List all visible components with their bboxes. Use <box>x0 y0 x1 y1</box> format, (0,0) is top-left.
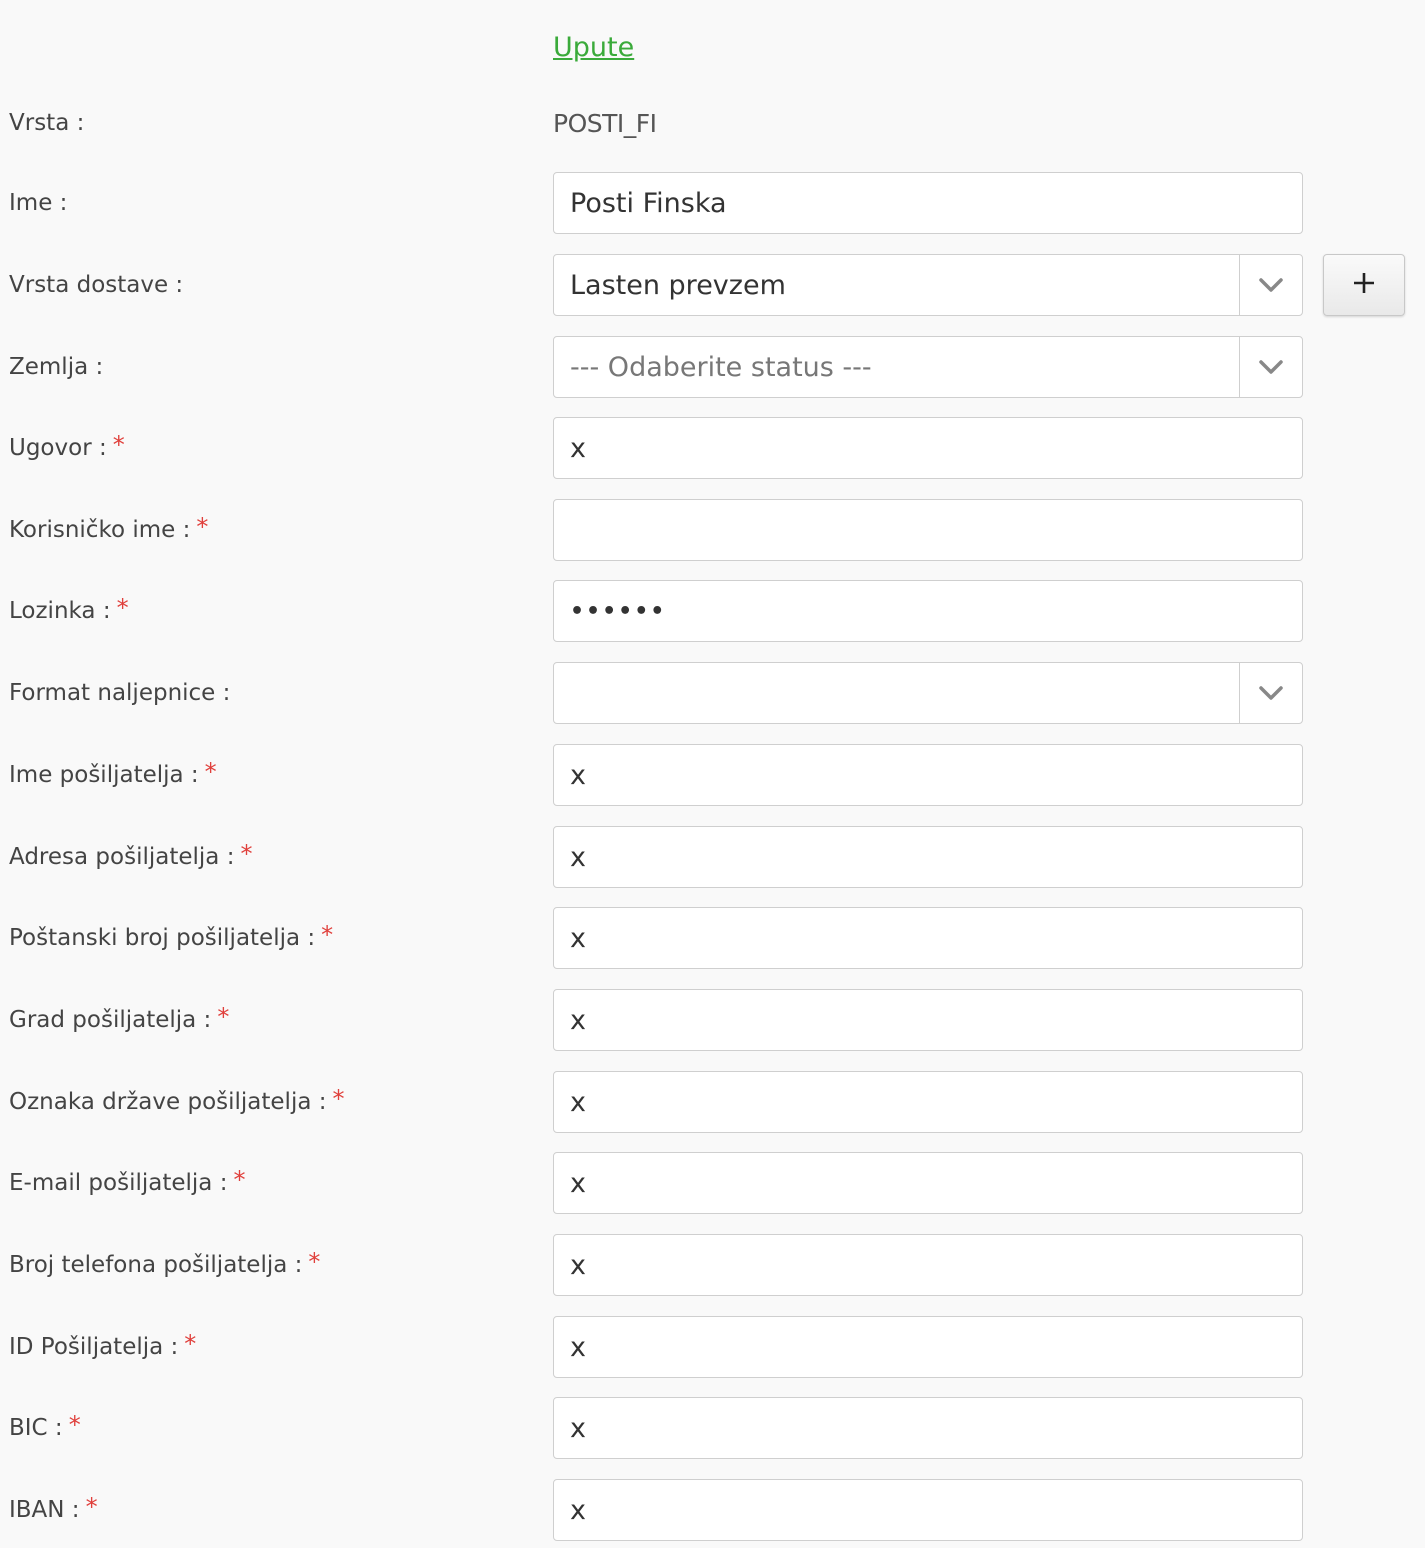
row-vrsta-dostave: Vrsta dostave : Lasten prevzem <box>0 254 1425 316</box>
vrsta-dostave-select[interactable]: Lasten prevzem <box>553 254 1303 316</box>
grad-posiljatelja-label: Grad pošiljatelja : * <box>9 1003 230 1033</box>
row-ugovor: Ugovor : * x <box>0 417 1425 479</box>
email-posiljatelja-label: E-mail pošiljatelja : * <box>9 1166 246 1196</box>
lozinka-input[interactable]: •••••• <box>553 580 1303 642</box>
zemlja-select[interactable]: --- Odaberite status --- <box>553 336 1303 398</box>
ime-input[interactable]: Posti Finska <box>553 172 1303 234</box>
ime-posiljatelja-input[interactable]: x <box>553 744 1303 806</box>
row-format-naljepnice: Format naljepnice : <box>0 662 1425 724</box>
required-marker: * <box>217 1003 230 1031</box>
row-iban: IBAN : * x <box>0 1479 1425 1541</box>
required-marker: * <box>184 1330 197 1358</box>
chevron-down-icon[interactable] <box>1239 663 1302 723</box>
required-marker: * <box>204 758 217 786</box>
row-id-posiljatelja: ID Pošiljatelja : * x <box>0 1316 1425 1378</box>
chevron-down-icon[interactable] <box>1239 337 1302 397</box>
vrsta-dostave-label: Vrsta dostave : <box>9 272 184 298</box>
email-posiljatelja-input[interactable]: x <box>553 1152 1303 1214</box>
required-marker: * <box>112 431 125 459</box>
adresa-posiljatelja-input[interactable]: x <box>553 826 1303 888</box>
row-adresa-posiljatelja: Adresa pošiljatelja : * x <box>0 826 1425 888</box>
lozinka-label: Lozinka : * <box>9 594 129 624</box>
oznaka-drzave-posiljatelja-input[interactable]: x <box>553 1071 1303 1133</box>
id-posiljatelja-label: ID Pošiljatelja : * <box>9 1330 197 1360</box>
ugovor-label: Ugovor : * <box>9 431 125 461</box>
adresa-posiljatelja-label: Adresa pošiljatelja : * <box>9 840 253 870</box>
row-ime: Ime : Posti Finska <box>0 172 1425 234</box>
zemlja-label: Zemlja : <box>9 354 104 380</box>
iban-label: IBAN : * <box>9 1493 98 1523</box>
row-vrsta: Vrsta : POSTI_FI <box>0 92 1425 154</box>
row-korisnicko-ime: Korisničko ime : * <box>0 499 1425 561</box>
plus-icon <box>1352 271 1376 299</box>
oznaka-drzave-posiljatelja-label: Oznaka države pošiljatelja : * <box>9 1085 345 1115</box>
grad-posiljatelja-input[interactable]: x <box>553 989 1303 1051</box>
id-posiljatelja-input[interactable]: x <box>553 1316 1303 1378</box>
ime-label: Ime : <box>9 190 68 216</box>
row-zemlja: Zemlja : --- Odaberite status --- <box>0 336 1425 398</box>
required-marker: * <box>332 1085 345 1113</box>
required-marker: * <box>116 594 129 622</box>
required-marker: * <box>308 1248 321 1276</box>
required-marker: * <box>240 840 253 868</box>
bic-input[interactable]: x <box>553 1397 1303 1459</box>
row-oznaka-drzave-posiljatelja: Oznaka države pošiljatelja : * x <box>0 1071 1425 1133</box>
upute-link[interactable]: Upute <box>553 32 634 63</box>
required-marker: * <box>233 1166 246 1194</box>
iban-input[interactable]: x <box>553 1479 1303 1541</box>
postanski-broj-posiljatelja-label: Poštanski broj pošiljatelja : * <box>9 921 334 951</box>
row-broj-telefona-posiljatelja: Broj telefona pošiljatelja : * x <box>0 1234 1425 1296</box>
bic-label: BIC : * <box>9 1411 81 1441</box>
ugovor-input[interactable]: x <box>553 417 1303 479</box>
broj-telefona-posiljatelja-input[interactable]: x <box>553 1234 1303 1296</box>
korisnicko-ime-input[interactable] <box>553 499 1303 561</box>
add-delivery-type-button[interactable] <box>1323 254 1405 316</box>
required-marker: * <box>321 921 334 949</box>
required-marker: * <box>85 1493 98 1521</box>
vrsta-label: Vrsta : <box>9 110 85 136</box>
row-postanski-broj-posiljatelja: Poštanski broj pošiljatelja : * x <box>0 907 1425 969</box>
required-marker: * <box>68 1411 81 1439</box>
format-naljepnice-select[interactable] <box>553 662 1303 724</box>
broj-telefona-posiljatelja-label: Broj telefona pošiljatelja : * <box>9 1248 321 1278</box>
row-grad-posiljatelja: Grad pošiljatelja : * x <box>0 989 1425 1051</box>
korisnicko-ime-label: Korisničko ime : * <box>9 513 209 543</box>
format-naljepnice-label: Format naljepnice : <box>9 680 231 706</box>
row-bic: BIC : * x <box>0 1397 1425 1459</box>
ime-posiljatelja-label: Ime pošiljatelja : * <box>9 758 217 788</box>
row-email-posiljatelja: E-mail pošiljatelja : * x <box>0 1152 1425 1214</box>
postanski-broj-posiljatelja-input[interactable]: x <box>553 907 1303 969</box>
chevron-down-icon[interactable] <box>1239 255 1302 315</box>
row-ime-posiljatelja: Ime pošiljatelja : * x <box>0 744 1425 806</box>
vrsta-value: POSTI_FI <box>553 108 657 138</box>
required-marker: * <box>196 513 209 541</box>
row-lozinka: Lozinka : * •••••• <box>0 580 1425 642</box>
